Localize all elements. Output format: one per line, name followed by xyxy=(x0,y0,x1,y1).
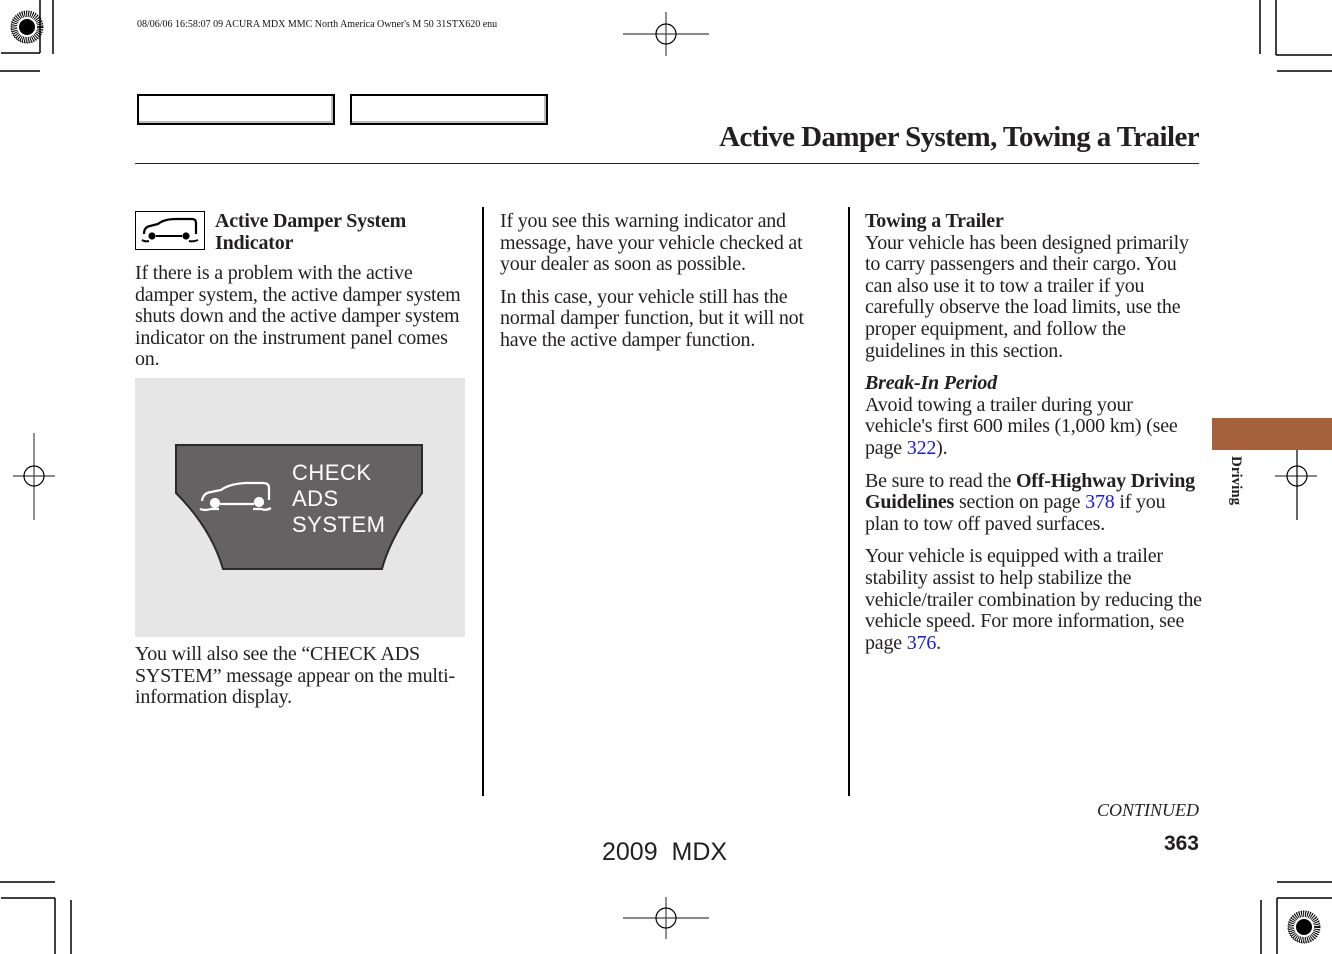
crosshair-top-center xyxy=(623,12,709,56)
text: ). xyxy=(936,436,948,459)
crosshair-bottom-center xyxy=(623,897,709,939)
towing-paragraph-1: Your vehicle has been designed primarily… xyxy=(865,231,1189,362)
starburst-icon xyxy=(1287,910,1321,944)
column-divider-1 xyxy=(482,207,484,796)
display-line: CHECK xyxy=(292,460,372,485)
section-tab-marker[interactable] xyxy=(1212,418,1332,450)
column-3-text: Towing a Trailer Your vehicle has been d… xyxy=(865,210,1203,665)
stability-assist-paragraph: Your vehicle is equipped with a trailer … xyxy=(865,545,1203,654)
page-link-378[interactable]: 378 xyxy=(1085,491,1115,513)
page-title: Active Damper System, Towing a Trailer xyxy=(719,121,1199,153)
continued-label: CONTINUED xyxy=(1096,800,1199,820)
text: section on page xyxy=(954,491,1086,514)
page-number: 363 xyxy=(1163,832,1199,855)
multi-information-display-figure: CHECK ADS SYSTEM xyxy=(135,378,465,637)
break-in-subheading: Break-In Period xyxy=(865,372,998,395)
display-line: SYSTEM xyxy=(292,512,386,537)
towing-heading: Towing a Trailer xyxy=(865,210,1004,232)
crosshair-left-middle xyxy=(13,433,55,520)
starburst-icon xyxy=(10,10,44,44)
model-label: 2009 MDX xyxy=(602,838,728,866)
off-highway-paragraph: Be sure to read the Off-Highway Driving … xyxy=(865,469,1203,536)
warning-paragraph-1: If you see this warning indicator and me… xyxy=(500,210,803,276)
nav-tab-box-2[interactable] xyxy=(350,94,548,125)
nav-tab-box-1[interactable] xyxy=(137,94,335,125)
print-header: 08/06/06 16:58:07 09 ACURA MDX MMC North… xyxy=(137,19,498,30)
break-in-paragraph: Avoid towing a trailer during your vehic… xyxy=(865,394,1203,460)
column-1-text-top: If there is a problem with the active da… xyxy=(135,262,465,382)
text: Be sure to read the xyxy=(865,469,1016,492)
indicator-paragraph-2: You will also see the “CHECK ADS SYSTEM”… xyxy=(135,643,455,709)
column-1-text-bottom: You will also see the “CHECK ADS SYSTEM”… xyxy=(135,643,465,720)
column-2-text: If you see this warning indicator and me… xyxy=(500,210,835,363)
indicator-paragraph-1: If there is a problem with the active da… xyxy=(135,262,461,371)
title-divider xyxy=(135,163,1199,164)
indicator-heading: Active Damper System Indicator xyxy=(215,210,407,254)
warning-paragraph-2: In this case, your vehicle still has the… xyxy=(500,285,804,351)
section-tab-label: Driving xyxy=(1228,456,1244,506)
column-divider-2 xyxy=(848,207,850,796)
text: . xyxy=(936,631,941,654)
active-damper-indicator-icon xyxy=(135,211,205,250)
registration-mark-top-left xyxy=(0,0,54,72)
display-message: CHECK ADS SYSTEM xyxy=(292,460,385,538)
display-line: ADS xyxy=(292,486,339,511)
page-link-376[interactable]: 376 xyxy=(907,632,937,654)
crop-mark-bottom-left xyxy=(0,881,72,954)
registration-mark-bottom-right xyxy=(1260,881,1332,954)
page-link-322[interactable]: 322 xyxy=(907,437,937,459)
crop-mark-top-right xyxy=(1259,0,1332,72)
